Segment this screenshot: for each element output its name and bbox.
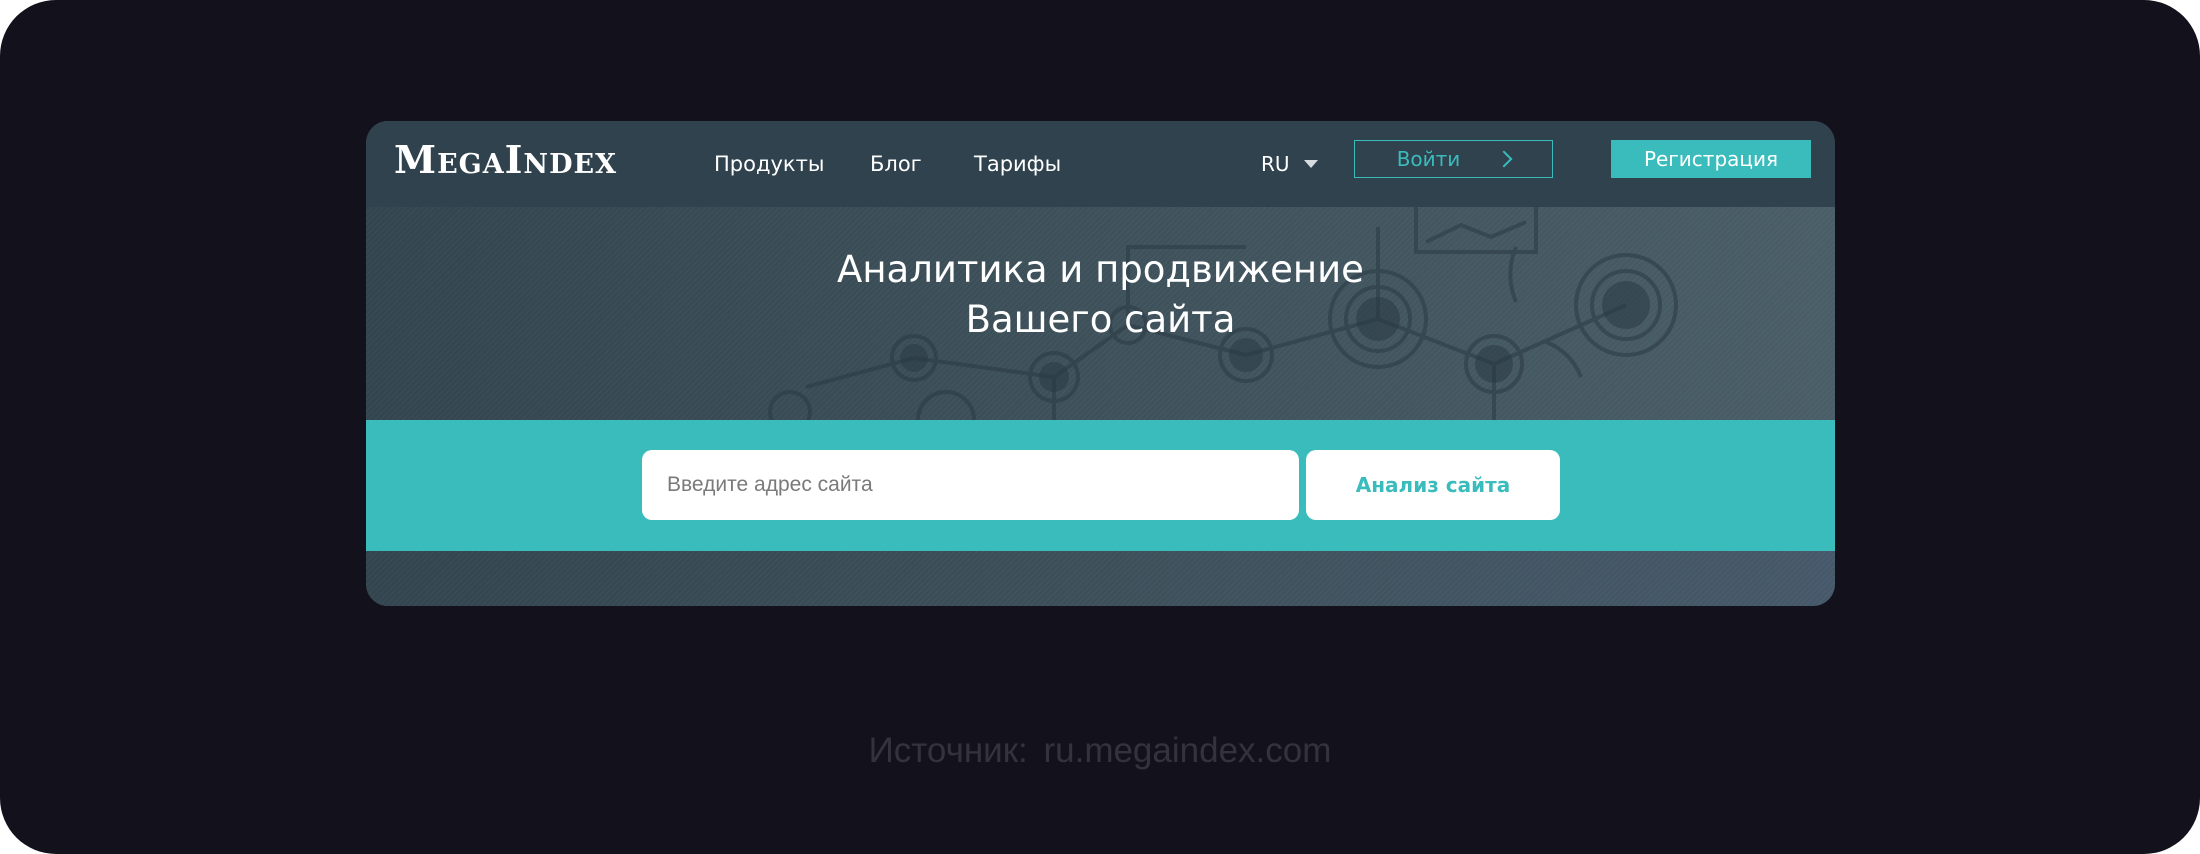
hero-title-line-2: Вашего сайта — [965, 298, 1236, 341]
hero-title-line-1: Аналитика и продвижение — [837, 248, 1364, 291]
hero-section: Аналитика и продвижение Вашего сайта — [366, 207, 1835, 420]
hero-bottom-strip — [366, 551, 1835, 606]
analyze-site-label: Анализ сайта — [1355, 473, 1511, 497]
language-label: RU — [1261, 152, 1290, 176]
site-header: MegaIndex Продукты Блог Тарифы RU Войти … — [366, 121, 1835, 207]
source-caption: Источник: ru.megaindex.com — [0, 729, 2200, 773]
login-label: Войти — [1396, 147, 1461, 171]
register-label: Регистрация — [1643, 147, 1779, 171]
chevron-right-icon — [1495, 150, 1513, 168]
chevron-down-icon — [1303, 160, 1318, 168]
register-button[interactable]: Регистрация — [1611, 140, 1811, 178]
hero-title: Аналитика и продвижение Вашего сайта — [366, 245, 1835, 345]
megaindex-logo[interactable]: MegaIndex — [394, 135, 617, 185]
source-label: Источник: — [868, 731, 1028, 770]
website-preview: MegaIndex Продукты Блог Тарифы RU Войти … — [366, 121, 1835, 606]
nav-item-blog[interactable]: Блог — [870, 149, 922, 179]
nav-item-pricing[interactable]: Тарифы — [974, 149, 1061, 179]
nav-item-products[interactable]: Продукты — [714, 149, 824, 179]
login-button[interactable]: Войти — [1354, 140, 1553, 178]
source-url: ru.megaindex.com — [1043, 731, 1332, 770]
screenshot-frame: MegaIndex Продукты Блог Тарифы RU Войти … — [0, 0, 2200, 854]
language-selector[interactable]: RU — [1261, 149, 1318, 179]
site-url-input[interactable] — [642, 450, 1299, 520]
search-band: Анализ сайта — [366, 420, 1835, 551]
analyze-site-button[interactable]: Анализ сайта — [1306, 450, 1560, 520]
